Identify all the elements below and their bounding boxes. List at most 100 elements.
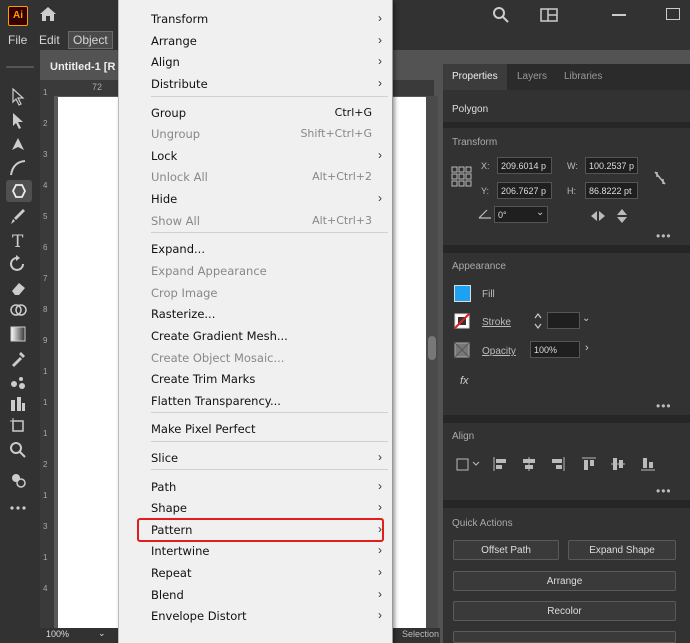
- polygon-tool-icon[interactable]: [6, 180, 32, 202]
- x-field[interactable]: 209.6014 p: [497, 157, 552, 174]
- menu-separator: [151, 412, 388, 413]
- minimize-icon[interactable]: [612, 14, 626, 16]
- menu-item-path[interactable]: Path ›: [119, 477, 392, 497]
- rotate-tool-icon[interactable]: [8, 254, 30, 274]
- flip-horizontal-icon[interactable]: [590, 210, 606, 225]
- menu-item-repeat[interactable]: Repeat ›: [119, 563, 392, 583]
- expand-shape-button[interactable]: Expand Shape: [568, 540, 676, 560]
- align-right-icon[interactable]: [550, 456, 566, 475]
- stroke-weight-field[interactable]: [547, 312, 580, 329]
- menu-item-shape[interactable]: Shape ›: [119, 498, 392, 518]
- menu-item-align[interactable]: Align ›: [119, 52, 392, 72]
- appearance-more-icon[interactable]: •••: [656, 399, 672, 413]
- menu-item-unlock-all: Unlock All Alt+Ctrl+2: [119, 167, 392, 187]
- menu-item-rasterize[interactable]: Rasterize...: [119, 304, 392, 324]
- menu-item-transform[interactable]: Transform ›: [119, 9, 392, 29]
- symbol-sprayer-tool-icon[interactable]: [8, 372, 30, 392]
- global-edit-button[interactable]: [453, 631, 676, 643]
- zoom-tool-icon[interactable]: [8, 440, 30, 460]
- menu-item-label: Arrange: [151, 34, 197, 48]
- shape-builder-tool-icon[interactable]: [8, 300, 30, 320]
- scroll-thumb[interactable]: [428, 336, 436, 360]
- submenu-arrow-icon: ›: [378, 76, 382, 90]
- zoom-value[interactable]: 100%: [46, 629, 69, 639]
- height-field[interactable]: 86.8222 pt: [585, 182, 638, 199]
- menu-item-slice[interactable]: Slice ›: [119, 448, 392, 468]
- stroke-swatch-icon[interactable]: [454, 313, 470, 332]
- more-tools-icon[interactable]: [8, 498, 30, 518]
- flip-vertical-icon[interactable]: [616, 208, 628, 227]
- stroke-weight-stepper-icon[interactable]: [533, 312, 543, 333]
- stroke-label[interactable]: Stroke: [482, 317, 511, 328]
- type-tool-icon[interactable]: T: [8, 230, 30, 252]
- menu-item-intertwine[interactable]: Intertwine ›: [119, 541, 392, 561]
- document-tab[interactable]: Untitled-1 [R: [40, 56, 130, 80]
- menu-item-arrange[interactable]: Arrange ›: [119, 31, 392, 51]
- arrange-button[interactable]: Arrange: [453, 571, 676, 591]
- y-field[interactable]: 206.7627 p: [497, 182, 552, 199]
- menu-item-flatten-transparency[interactable]: Flatten Transparency...: [119, 391, 392, 411]
- menu-item-distribute[interactable]: Distribute ›: [119, 74, 392, 94]
- tab-properties[interactable]: Properties: [452, 71, 498, 82]
- eraser-tool-icon[interactable]: [8, 278, 30, 298]
- x-label: X:: [481, 161, 490, 171]
- menu-item-hide[interactable]: Hide ›: [119, 189, 392, 209]
- fill-stroke-icon[interactable]: [8, 470, 30, 490]
- stroke-weight-dropdown-icon[interactable]: ⌄: [582, 313, 590, 324]
- menu-item-group[interactable]: Group Ctrl+G: [119, 103, 392, 123]
- align-horizontal-center-icon[interactable]: [521, 456, 537, 475]
- column-graph-tool-icon[interactable]: [8, 394, 30, 414]
- menu-item-create-trim-marks[interactable]: Create Trim Marks: [119, 369, 392, 389]
- workspace-icon[interactable]: [540, 8, 558, 25]
- search-icon[interactable]: [492, 6, 510, 27]
- vertical-ruler: 1 2 3 4 5 6 7 8 9 1 1 1 2 1 3 1 4: [40, 80, 54, 628]
- menu-file[interactable]: File: [4, 32, 31, 48]
- menu-item-envelope-distort[interactable]: Envelope Distort ›: [119, 606, 392, 626]
- ruler-mark: 72: [92, 82, 103, 92]
- align-bottom-icon[interactable]: [640, 456, 656, 475]
- align-left-icon[interactable]: [492, 456, 508, 475]
- menu-item-create-gradient-mesh[interactable]: Create Gradient Mesh...: [119, 326, 392, 346]
- align-vertical-center-icon[interactable]: [610, 456, 626, 475]
- tab-layers[interactable]: Layers: [517, 71, 547, 82]
- direct-selection-tool-icon[interactable]: [8, 86, 30, 106]
- menu-item-label: Crop Image: [151, 286, 218, 300]
- tab-libraries[interactable]: Libraries: [564, 71, 602, 82]
- align-more-icon[interactable]: •••: [656, 484, 672, 498]
- angle-dropdown-icon[interactable]: ⌄: [536, 207, 544, 218]
- vertical-scrollbar[interactable]: [426, 96, 438, 628]
- menu-item-lock[interactable]: Lock ›: [119, 146, 392, 166]
- offset-path-button[interactable]: Offset Path: [453, 540, 559, 560]
- fx-icon[interactable]: fx: [460, 375, 469, 387]
- svg-text:T: T: [12, 232, 24, 250]
- menu-object[interactable]: Object: [68, 31, 113, 49]
- align-to-icon[interactable]: [455, 456, 481, 475]
- home-icon[interactable]: [38, 5, 58, 26]
- gradient-tool-icon[interactable]: [8, 324, 30, 344]
- opacity-arrow-icon[interactable]: ›: [585, 342, 589, 354]
- maximize-icon[interactable]: [666, 8, 680, 20]
- menu-edit[interactable]: Edit: [35, 32, 64, 48]
- menu-item-label: Shape: [151, 501, 188, 515]
- ruler-label: 8: [43, 305, 48, 314]
- curvature-tool-icon[interactable]: [8, 158, 30, 178]
- recolor-button[interactable]: Recolor: [453, 601, 676, 621]
- ruler-label: 5: [43, 212, 48, 221]
- eyedropper-tool-icon[interactable]: [8, 348, 30, 368]
- opacity-field[interactable]: 100%: [530, 341, 580, 358]
- pen-tool-icon[interactable]: [8, 134, 30, 154]
- menu-item-make-pixel-perfect[interactable]: Make Pixel Perfect: [119, 419, 392, 439]
- align-top-icon[interactable]: [581, 456, 597, 475]
- menu-item-blend[interactable]: Blend ›: [119, 585, 392, 605]
- paintbrush-tool-icon[interactable]: [8, 206, 30, 226]
- opacity-label[interactable]: Opacity: [482, 346, 516, 357]
- zoom-dropdown-icon[interactable]: ⌄: [98, 628, 106, 639]
- width-field[interactable]: 100.2537 p: [585, 157, 638, 174]
- artboard-tool-icon[interactable]: [8, 416, 30, 436]
- reference-point-icon[interactable]: [451, 166, 473, 191]
- constrain-proportions-icon[interactable]: [652, 169, 668, 190]
- transform-more-icon[interactable]: •••: [656, 229, 672, 243]
- selection-tool-icon[interactable]: [8, 110, 30, 130]
- fill-swatch[interactable]: [454, 285, 471, 302]
- menu-item-expand[interactable]: Expand...: [119, 239, 392, 259]
